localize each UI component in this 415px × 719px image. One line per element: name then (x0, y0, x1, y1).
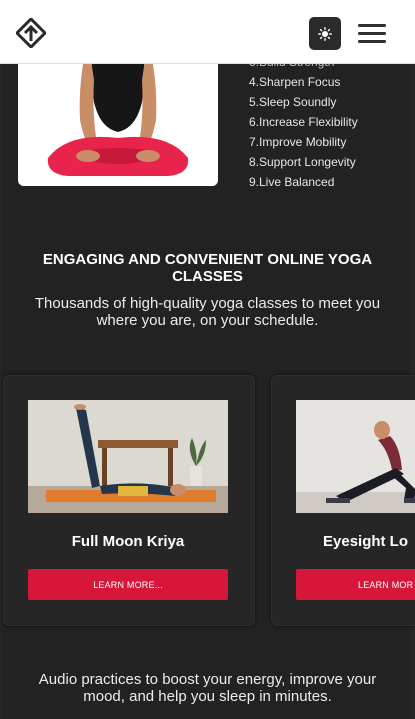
audio-practices-text: Audio practices to boost your energy, im… (38, 671, 377, 705)
diamond-arrow-logo-icon[interactable] (14, 16, 48, 50)
benefit-item: 7.Improve Mobility (249, 135, 347, 149)
section-subtitle: Thousands of high-quality yoga classes t… (34, 295, 381, 329)
class-card: Eyesight Lo LEARN MOR (271, 375, 415, 626)
site-header (0, 0, 415, 64)
class-card-title: Eyesight Lo (323, 533, 409, 550)
page: 3.Build Strength 4.Sharpen Focus 5.Sleep… (0, 0, 415, 719)
benefit-item: 8.Support Longevity (249, 155, 356, 169)
benefit-item: 4.Sharpen Focus (249, 75, 341, 89)
learn-more-button[interactable]: LEARN MORE... (28, 569, 228, 600)
theme-toggle-button[interactable] (309, 17, 341, 50)
benefit-item: 5.Sleep Soundly (249, 95, 337, 109)
class-card-title: Full Moon Kriya (71, 533, 185, 550)
class-card-image (28, 400, 228, 513)
sun-icon (318, 26, 332, 41)
benefits-list: 3.Build Strength 4.Sharpen Focus 5.Sleep… (249, 52, 399, 192)
class-card-image (296, 400, 415, 513)
section-title: ENGAGING AND CONVENIENT ONLINE YOGA CLAS… (42, 251, 373, 285)
class-card: Full Moon Kriya LEARN MORE... (3, 375, 255, 626)
benefit-item: 6.Increase Flexibility (249, 115, 358, 129)
benefit-item: 9.Live Balanced (249, 175, 335, 189)
hamburger-menu-icon[interactable] (358, 24, 386, 44)
learn-more-button[interactable]: LEARN MOR (296, 569, 415, 600)
